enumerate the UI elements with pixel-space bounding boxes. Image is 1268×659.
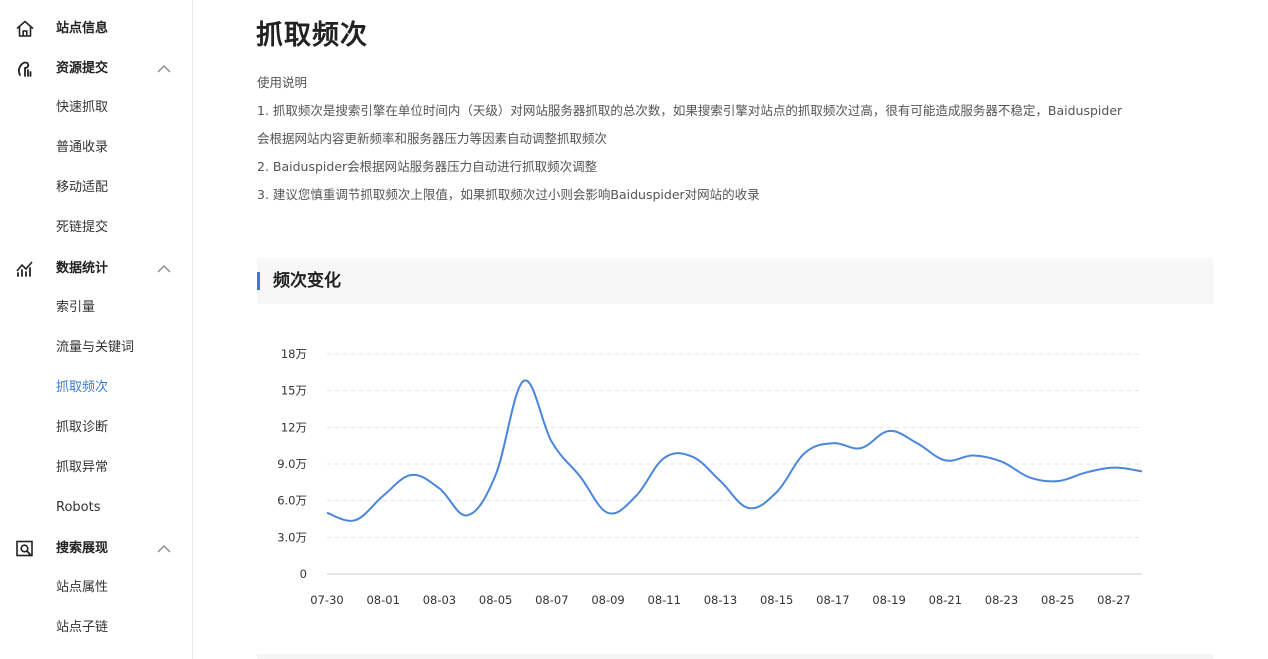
y-tick-label: 0 (300, 567, 307, 581)
data-point[interactable] (548, 438, 556, 446)
data-point[interactable] (773, 488, 781, 496)
sidebar-item-crawl-frequency[interactable]: 抓取频次 (56, 379, 108, 397)
data-point[interactable] (941, 456, 949, 464)
data-point[interactable] (407, 471, 415, 479)
x-tick-label: 08-13 (704, 593, 737, 607)
data-point[interactable] (520, 377, 528, 385)
sidebar-group-label: 数据统计 (56, 261, 109, 276)
chevron-up-icon[interactable] (156, 62, 172, 76)
x-tick-label: 08-15 (760, 593, 793, 607)
sidebar-group-search-display[interactable]: 搜索展现 (0, 529, 192, 569)
x-tick-label: 08-27 (1097, 593, 1130, 607)
data-point[interactable] (632, 492, 640, 500)
data-point[interactable] (660, 454, 668, 462)
usage-line-1b: 会根据网站内容更新频率和服务器压力等因素自动调整抓取频次 (257, 131, 608, 146)
sidebar-group-data-stats[interactable]: 数据统计 (0, 249, 192, 289)
crawl-frequency-chart[interactable]: 0 3.0万 6.0万 9.0万 12万 15万 18万 07-30 08-01 08-03 08… (257, 330, 1213, 630)
data-point[interactable] (885, 427, 893, 435)
x-tick-label: 08-05 (479, 593, 512, 607)
data-point[interactable] (716, 477, 724, 485)
usage-heading: 使用说明 (257, 75, 308, 90)
sidebar-item-index-volume[interactable]: 索引量 (56, 299, 95, 317)
y-tick-label: 3.0万 (277, 530, 307, 544)
data-point[interactable] (576, 472, 584, 480)
y-tick-label: 9.0万 (277, 457, 307, 471)
chevron-up-icon[interactable] (156, 542, 172, 556)
data-point[interactable] (1054, 477, 1062, 485)
y-axis-ticks: 0 3.0万 6.0万 9.0万 12万 15万 18万 (277, 347, 307, 581)
sidebar-group-site-info[interactable]: 站点信息 (0, 9, 192, 49)
page-title: 抓取频次 (256, 20, 368, 51)
sidebar-item-mobile-adapt[interactable]: 移动适配 (56, 179, 108, 197)
data-point[interactable] (323, 509, 331, 517)
x-tick-label: 08-25 (1041, 593, 1074, 607)
data-point[interactable] (464, 511, 472, 519)
x-tick-label: 07-30 (310, 593, 343, 607)
data-point[interactable] (1082, 469, 1090, 477)
usage-line-3: 3. 建议您慎重调节抓取频次上限值，如果抓取频次过小则会影响Baiduspide… (257, 187, 760, 202)
sidebar-item-crawl-errors[interactable]: 抓取异常 (56, 459, 108, 477)
chart-series[interactable] (323, 377, 1146, 524)
section-header: 频次变化 (257, 258, 1213, 304)
usage-line-1a: 1. 抓取频次是搜索引擎在单位时间内（天级）对网站服务器抓取的总次数，如果搜索引… (257, 103, 1123, 118)
x-tick-label: 08-09 (591, 593, 624, 607)
series-line[interactable] (326, 379, 1143, 522)
x-tick-label: 08-21 (929, 593, 962, 607)
data-point[interactable] (969, 451, 977, 459)
x-tick-label: 08-11 (648, 593, 681, 607)
sidebar: 站点信息 资源提交 快速抓取 普通收录 移动适配 死链提交 数据统计 索引量 流… (0, 0, 193, 659)
data-point[interactable] (351, 516, 359, 524)
data-point[interactable] (604, 509, 612, 517)
next-section-edge (257, 654, 1213, 659)
home-icon (15, 19, 35, 39)
data-point[interactable] (492, 471, 500, 479)
data-point[interactable] (435, 484, 443, 492)
data-point[interactable] (688, 453, 696, 461)
sidebar-item-traffic-keywords[interactable]: 流量与关键词 (56, 339, 134, 357)
sidebar-group-resource-submit[interactable]: 资源提交 (0, 49, 192, 89)
sidebar-item-dead-link[interactable]: 死链提交 (56, 219, 108, 237)
y-tick-label: 6.0万 (277, 494, 307, 508)
section-accent-bar (257, 272, 260, 290)
sidebar-item-robots[interactable]: Robots (56, 499, 100, 517)
sidebar-item-site-attributes[interactable]: 站点属性 (56, 579, 108, 597)
sidebar-item-fast-crawl[interactable]: 快速抓取 (56, 99, 108, 117)
usage-line-2: 2. Baiduspider会根据网站服务器压力自动进行抓取频次调整 (257, 159, 598, 174)
stats-icon (15, 259, 35, 279)
x-axis-ticks: 07-30 08-01 08-03 08-05 08-07 08-09 08-11 08-13… (310, 593, 1130, 607)
sidebar-group-label: 站点信息 (56, 21, 109, 36)
sidebar-item-normal-index[interactable]: 普通收录 (56, 139, 108, 157)
data-point[interactable] (801, 449, 809, 457)
resource-submit-icon (15, 59, 35, 79)
x-tick-label: 08-23 (985, 593, 1018, 607)
data-point[interactable] (857, 444, 865, 452)
chart-svg[interactable]: 0 3.0万 6.0万 9.0万 12万 15万 18万 07-30 08-01 08-03 08… (257, 330, 1213, 630)
x-tick-label: 08-03 (423, 593, 456, 607)
x-tick-label: 08-01 (366, 593, 399, 607)
data-point[interactable] (1110, 464, 1118, 472)
x-tick-label: 08-07 (535, 593, 568, 607)
data-point[interactable] (1138, 467, 1146, 475)
sidebar-group-label: 搜索展现 (56, 541, 109, 556)
y-tick-label: 18万 (281, 347, 307, 361)
x-tick-label: 08-17 (816, 593, 849, 607)
data-point[interactable] (379, 492, 387, 500)
data-point[interactable] (1026, 473, 1034, 481)
y-tick-label: 12万 (281, 420, 307, 434)
data-point[interactable] (997, 458, 1005, 466)
search-display-icon (15, 539, 35, 559)
data-point[interactable] (829, 439, 837, 447)
x-tick-label: 08-19 (872, 593, 905, 607)
chevron-up-icon[interactable] (156, 262, 172, 276)
y-tick-label: 15万 (281, 384, 307, 398)
data-point[interactable] (745, 504, 753, 512)
sidebar-item-site-sublinks[interactable]: 站点子链 (56, 619, 108, 637)
data-point[interactable] (913, 439, 921, 447)
chart-grid (327, 353, 1142, 575)
section-title: 频次变化 (273, 271, 341, 291)
sidebar-item-crawl-diagnosis[interactable]: 抓取诊断 (56, 419, 108, 437)
sidebar-group-label: 资源提交 (56, 61, 109, 76)
